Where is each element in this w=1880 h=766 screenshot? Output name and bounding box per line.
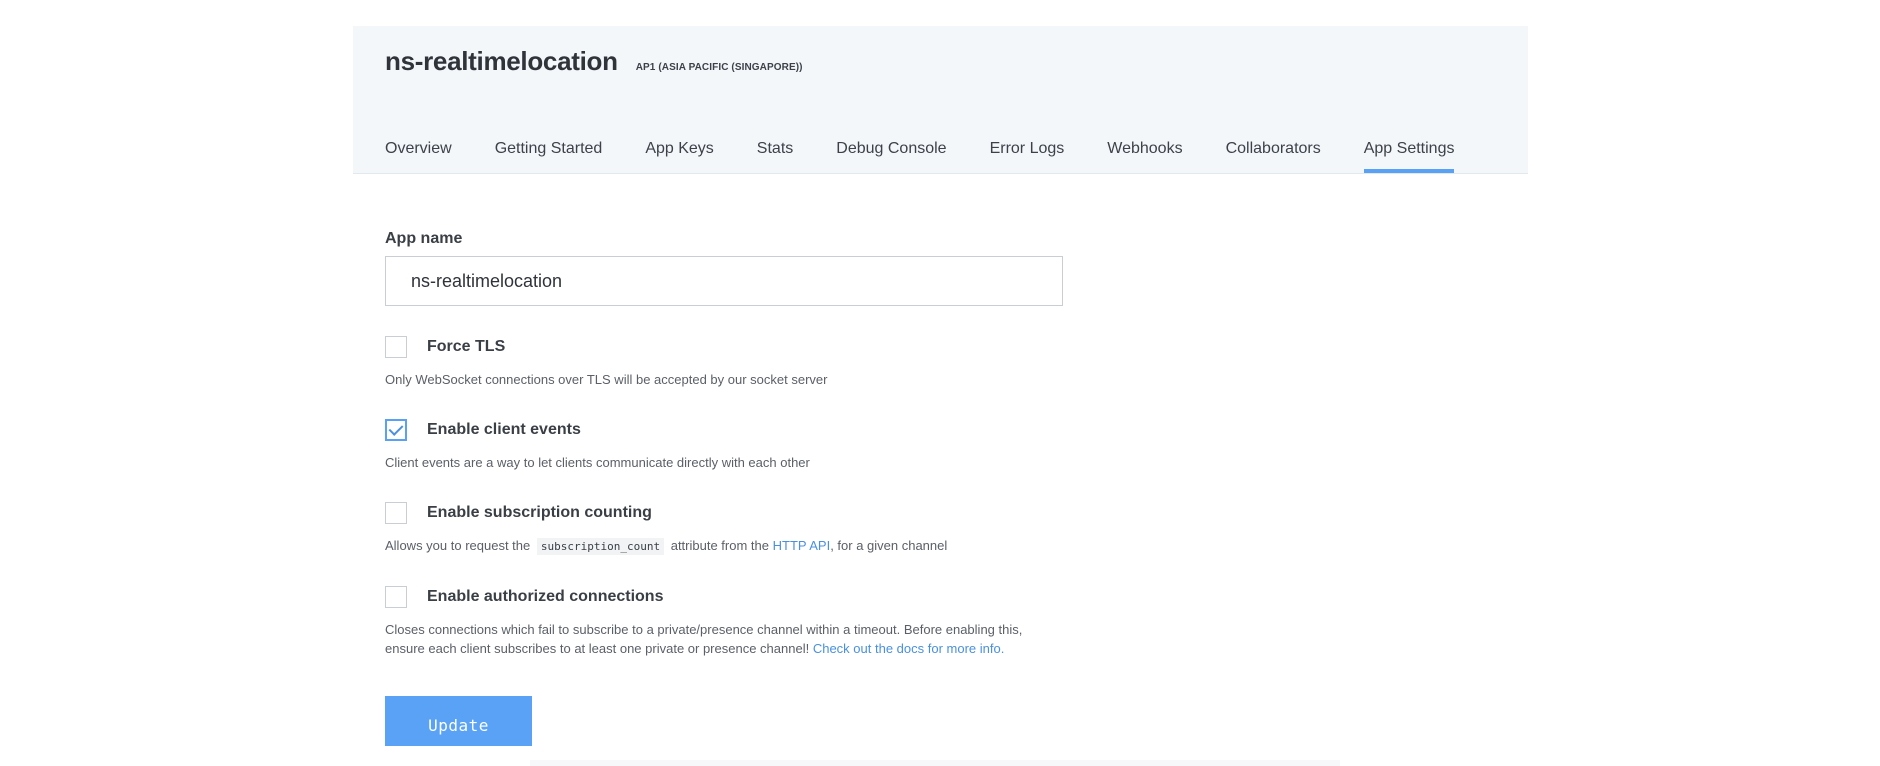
client-events-title: Enable client events bbox=[427, 421, 581, 438]
docs-link[interactable]: Check out the docs for more info. bbox=[813, 641, 1004, 656]
subscription-counting-checkbox[interactable] bbox=[385, 502, 407, 524]
authorized-connections-desc-line2: ensure each client subscribes to at leas… bbox=[385, 641, 810, 656]
option-client-events-row: Enable client events bbox=[385, 417, 1085, 443]
subscription-counting-desc-after: , for a given channel bbox=[830, 538, 948, 553]
tab-stats[interactable]: Stats bbox=[757, 134, 793, 173]
option-subscription-counting: Enable subscription counting Allows you … bbox=[385, 500, 1085, 556]
tab-debug-console[interactable]: Debug Console bbox=[836, 134, 946, 173]
subscription-count-code: subscription_count bbox=[536, 538, 665, 555]
authorized-connections-description: Closes connections which fail to subscri… bbox=[385, 620, 1085, 658]
force-tls-description: Only WebSocket connections over TLS will… bbox=[385, 372, 828, 387]
client-events-checkbox[interactable] bbox=[385, 419, 407, 441]
subscription-counting-title: Enable subscription counting bbox=[427, 504, 652, 521]
option-subscription-counting-row: Enable subscription counting bbox=[385, 500, 1085, 526]
tab-collaborators[interactable]: Collaborators bbox=[1226, 134, 1321, 173]
force-tls-checkbox[interactable] bbox=[385, 336, 407, 358]
tab-webhooks[interactable]: Webhooks bbox=[1107, 134, 1182, 173]
tab-getting-started[interactable]: Getting Started bbox=[495, 134, 603, 173]
option-client-events: Enable client events Client events are a… bbox=[385, 417, 1085, 472]
tab-bar: Overview Getting Started App Keys Stats … bbox=[385, 134, 1455, 173]
app-title-row: ns-realtimelocation AP1 (ASIA PACIFIC (S… bbox=[385, 46, 803, 77]
option-authorized-connections: Enable authorized connections Closes con… bbox=[385, 584, 1085, 658]
option-force-tls-row: Force TLS bbox=[385, 334, 1085, 360]
authorized-connections-desc-line1: Closes connections which fail to subscri… bbox=[385, 622, 1023, 637]
authorized-connections-checkbox[interactable] bbox=[385, 586, 407, 608]
bottom-divider bbox=[530, 760, 1340, 766]
authorized-connections-title: Enable authorized connections bbox=[427, 588, 664, 605]
tab-overview[interactable]: Overview bbox=[385, 134, 452, 173]
option-authorized-connections-row: Enable authorized connections bbox=[385, 584, 1085, 610]
tab-error-logs[interactable]: Error Logs bbox=[990, 134, 1065, 173]
app-title: ns-realtimelocation bbox=[385, 46, 618, 76]
option-force-tls: Force TLS Only WebSocket connections ove… bbox=[385, 334, 1085, 389]
subscription-counting-desc-before: Allows you to request the bbox=[385, 538, 531, 553]
tab-app-keys[interactable]: App Keys bbox=[645, 134, 713, 173]
app-header: ns-realtimelocation AP1 (ASIA PACIFIC (S… bbox=[353, 26, 1528, 174]
subscription-counting-desc-middle: attribute from the bbox=[670, 538, 769, 553]
http-api-link[interactable]: HTTP API bbox=[773, 538, 831, 553]
tab-app-settings[interactable]: App Settings bbox=[1363, 134, 1455, 173]
subscription-counting-description: Allows you to request the subscription_c… bbox=[385, 536, 1085, 556]
settings-form: App name Force TLS Only WebSocket connec… bbox=[385, 230, 1085, 746]
update-button[interactable]: Update bbox=[385, 696, 532, 746]
client-events-description: Client events are a way to let clients c… bbox=[385, 455, 810, 470]
force-tls-title: Force TLS bbox=[427, 338, 506, 355]
app-cluster-label: AP1 (ASIA PACIFIC (SINGAPORE)) bbox=[635, 62, 803, 73]
app-name-label: App name bbox=[385, 230, 463, 247]
app-name-input[interactable] bbox=[385, 256, 1063, 306]
